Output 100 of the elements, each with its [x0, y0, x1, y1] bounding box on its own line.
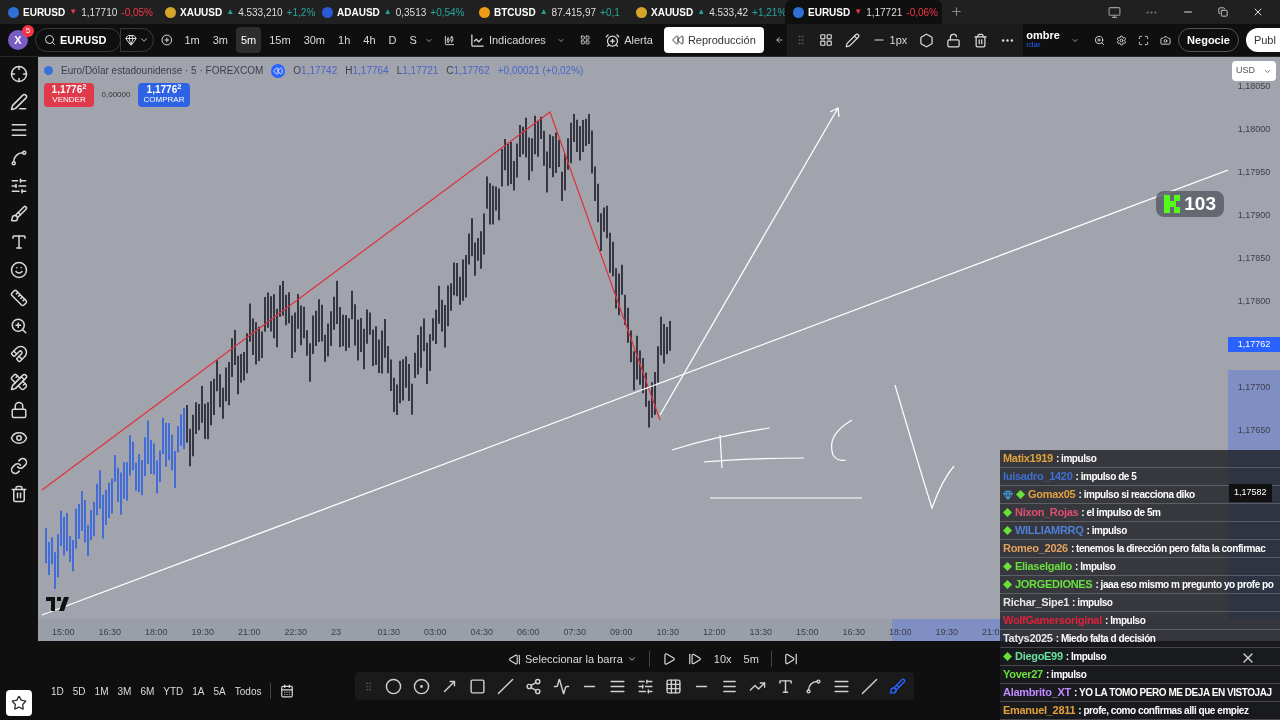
- lock-icon[interactable]: [10, 401, 28, 419]
- monitor-icon[interactable]: [1108, 5, 1121, 19]
- indicators-button[interactable]: Indicadores: [465, 27, 550, 53]
- chat-username: JORGEDIONES: [1015, 577, 1093, 593]
- crosshair-icon[interactable]: [10, 65, 28, 83]
- range-button[interactable]: 1M: [94, 683, 109, 699]
- hexagon-icon[interactable]: [919, 32, 935, 48]
- step-forward-icon[interactable]: [687, 652, 702, 666]
- trend-line-icon[interactable]: [10, 93, 28, 111]
- currency-dropdown[interactable]: USD: [1232, 61, 1276, 81]
- tab-change: -0,05%: [121, 5, 153, 20]
- tab-symbol: XAUUSD: [651, 5, 694, 20]
- link-icon[interactable]: [10, 457, 28, 475]
- grid-icon[interactable]: [579, 33, 591, 47]
- settings-icon[interactable]: [1116, 32, 1128, 48]
- channel-icon[interactable]: [637, 677, 654, 695]
- lines-icon[interactable]: [10, 121, 28, 139]
- play-icon[interactable]: [661, 652, 676, 666]
- chat-text: : impulso: [1055, 452, 1097, 466]
- interval-tab[interactable]: 1h: [333, 27, 356, 53]
- trash-icon[interactable]: [10, 485, 28, 503]
- tab-price: 4.533,42: [709, 5, 749, 20]
- save-link[interactable]: rdar: [1026, 40, 1060, 50]
- range-button[interactable]: 1D: [51, 683, 64, 699]
- interval-tab[interactable]: 1m: [179, 27, 205, 53]
- chat-username: DiegoE99: [1015, 649, 1063, 665]
- sell-button[interactable]: 1,1776$^{2}$ VENDER: [44, 83, 94, 107]
- add-icon[interactable]: [160, 32, 173, 48]
- line-icon[interactable]: [497, 677, 514, 695]
- chart-line-icon: [469, 32, 485, 48]
- price-tick: 1,17950: [1237, 165, 1271, 179]
- interval-tab[interactable]: S: [404, 27, 422, 53]
- chevron-icon: [138, 35, 149, 45]
- publish-button[interactable]: Publ: [1245, 28, 1280, 52]
- tab-price: 1,17721: [866, 5, 903, 20]
- interval-tab[interactable]: 3m: [207, 27, 233, 53]
- chat-username: Eliaselgallo: [1015, 559, 1072, 575]
- restore-icon[interactable]: [1218, 7, 1228, 17]
- interval-tab[interactable]: D: [383, 27, 402, 53]
- price-tick: 1,17800: [1237, 294, 1271, 308]
- trend-arrow: ▼: [854, 6, 863, 18]
- replay-button[interactable]: Reproducción: [663, 27, 764, 53]
- select-bar-button[interactable]: Seleccionar la barra: [508, 650, 637, 668]
- time-tick: 03:00: [424, 627, 447, 637]
- unlock-icon[interactable]: [946, 32, 962, 48]
- time-tick: 18:00: [145, 627, 168, 637]
- magnet-icon[interactable]: [10, 345, 28, 363]
- range-button[interactable]: 3M: [117, 683, 132, 699]
- smile-icon[interactable]: [10, 261, 28, 279]
- add-grid-icon[interactable]: [818, 33, 833, 47]
- zoom-in-icon[interactable]: [10, 317, 28, 335]
- layout-name[interactable]: ombre: [1026, 30, 1060, 40]
- time-tick: 06:00: [517, 627, 540, 637]
- time-tick: 15:00: [796, 627, 819, 637]
- interval-tab[interactable]: 4h: [358, 27, 381, 53]
- range-button[interactable]: 6M: [140, 683, 155, 699]
- new-tab-icon[interactable]: [950, 5, 963, 18]
- circle-icon[interactable]: [413, 677, 430, 695]
- browser-tab[interactable]: EURUSD ▼ 1,17721 -0,06%: [785, 0, 942, 24]
- brush-icon[interactable]: [10, 205, 28, 223]
- text-icon[interactable]: [10, 233, 28, 251]
- path-icon[interactable]: [553, 677, 570, 695]
- close-icon[interactable]: [1252, 6, 1264, 18]
- range-button[interactable]: 1A: [192, 683, 205, 699]
- ellipse-icon[interactable]: [385, 677, 402, 695]
- sliders-icon[interactable]: [10, 177, 28, 195]
- range-button[interactable]: 5D: [72, 683, 86, 699]
- ruler-icon[interactable]: [10, 289, 28, 307]
- favorite-star-icon[interactable]: [11, 695, 27, 711]
- ray-icon[interactable]: [861, 677, 878, 695]
- rectangle-icon[interactable]: [469, 677, 486, 695]
- trend-line-path[interactable]: [41, 111, 661, 491]
- tab-change: +1,2%: [286, 5, 316, 20]
- calendar-icon[interactable]: [280, 684, 295, 698]
- tab-symbol: EURUSD: [23, 5, 66, 20]
- grip-icon[interactable]: [363, 680, 374, 692]
- buy-button[interactable]: 1,1776$^{2}$ COMPRAR: [138, 83, 190, 107]
- grid-icon[interactable]: [665, 677, 682, 695]
- pattern-icon[interactable]: [10, 149, 28, 167]
- back-arrow-icon[interactable]: [774, 34, 784, 46]
- speed-button[interactable]: 10x: [713, 650, 732, 668]
- skip-to-end-icon[interactable]: [783, 652, 798, 666]
- trash-icon[interactable]: [973, 32, 989, 48]
- interval-button[interactable]: 5m: [743, 650, 759, 668]
- range-button[interactable]: YTD: [163, 683, 184, 699]
- replay-icon[interactable]: [271, 63, 286, 78]
- curve-icon[interactable]: [805, 677, 822, 695]
- pencil-ruler-icon[interactable]: [10, 373, 28, 391]
- text-icon[interactable]: [777, 677, 794, 695]
- line-width-label[interactable]: 1px: [889, 31, 908, 49]
- nodes-icon[interactable]: [525, 677, 542, 695]
- range-button[interactable]: Todos: [234, 683, 262, 699]
- eye-icon[interactable]: [10, 429, 28, 447]
- interval-tab[interactable]: 15m: [264, 27, 296, 53]
- interval-tab[interactable]: 5m: [235, 27, 262, 53]
- chat-text: : Impulso: [1065, 650, 1107, 664]
- pencil-icon[interactable]: [844, 32, 860, 48]
- interval-tab[interactable]: 30m: [298, 27, 331, 53]
- alert-button[interactable]: Alerta: [601, 27, 657, 53]
- range-button[interactable]: 5A: [213, 683, 226, 699]
